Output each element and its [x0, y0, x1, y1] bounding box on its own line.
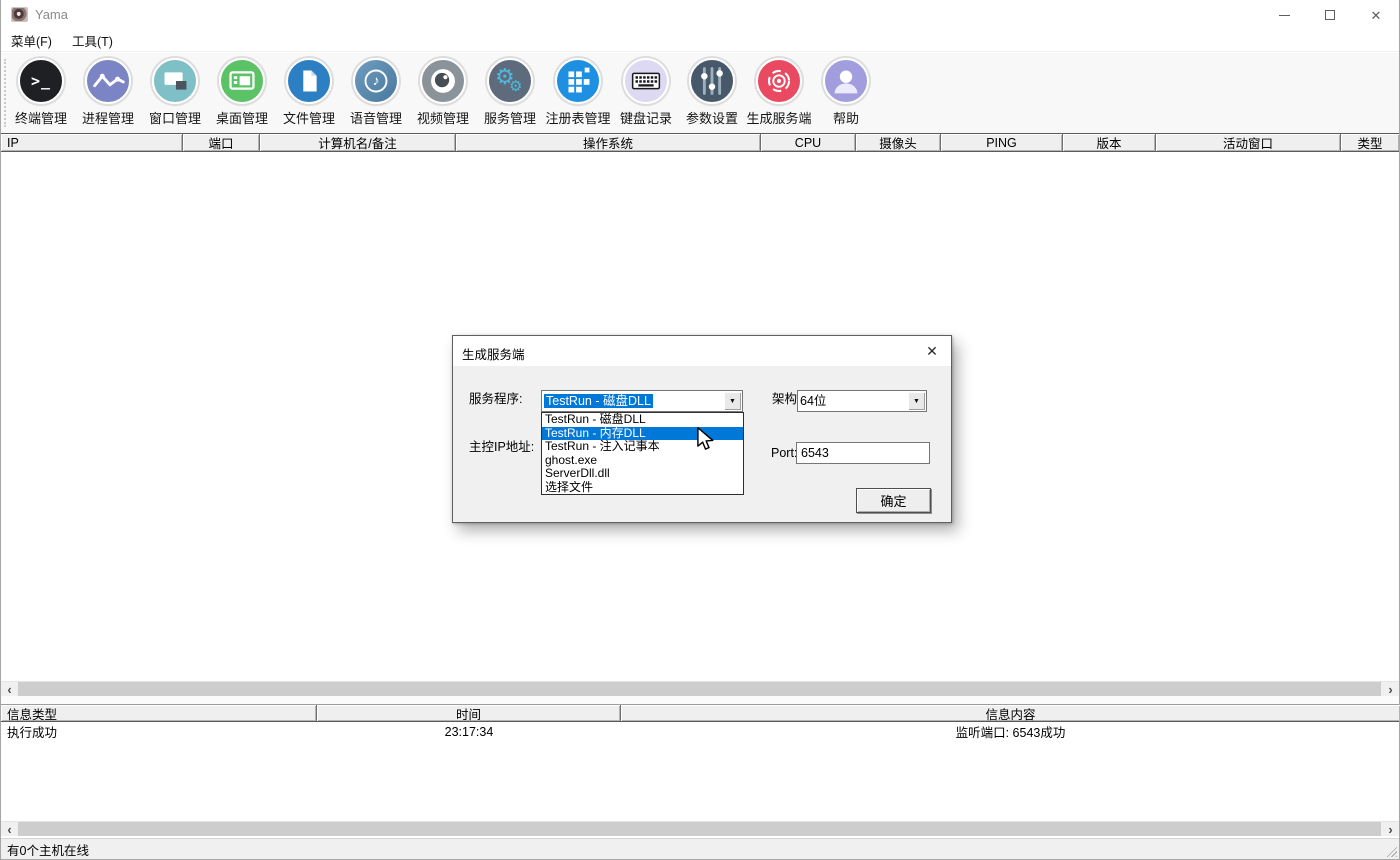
chevron-down-icon[interactable]: ▼: [724, 392, 741, 410]
menu-bar: 菜单(F) 工具(T): [1, 30, 1399, 52]
user-icon: [823, 58, 869, 104]
dialog-title: 生成服务端: [462, 344, 525, 363]
keyboard-icon: [623, 58, 669, 104]
scrollbar-thumb[interactable]: [18, 822, 1381, 836]
column-header-type[interactable]: 类型: [1341, 134, 1399, 151]
menu-item-tools[interactable]: 工具(T): [70, 29, 115, 52]
log-list-hscrollbar[interactable]: ‹ ›: [1, 821, 1399, 836]
host-table-header: IP 端口 计算机名/备注 操作系统 CPU 摄像头 PING 版本 活动窗口 …: [1, 133, 1399, 152]
log-row[interactable]: 执行成功 23:17:34 监听端口: 6543成功: [1, 723, 1399, 740]
minimize-icon: [1279, 15, 1290, 16]
online-hosts-status: 有0个主机在线: [7, 840, 89, 859]
toolbar-label: 帮助: [833, 108, 859, 127]
camera-eye-icon: [420, 58, 466, 104]
scrollbar-thumb[interactable]: [18, 682, 1381, 696]
column-header-version[interactable]: 版本: [1063, 134, 1156, 151]
toolbar-label: 键盘记录: [620, 108, 672, 127]
scroll-left-icon[interactable]: ‹: [1, 822, 18, 836]
column-header-msg-content[interactable]: 信息内容: [621, 705, 1400, 721]
close-button[interactable]: ✕: [1353, 0, 1399, 30]
toolbar-label: 视频管理: [417, 108, 469, 127]
host-list-hscrollbar[interactable]: ‹ ›: [1, 681, 1399, 696]
column-header-name[interactable]: 计算机名/备注: [260, 134, 456, 151]
log-cell-content: 监听端口: 6543成功: [621, 723, 1400, 740]
column-header-camera[interactable]: 摄像头: [856, 134, 941, 151]
desktop-icon: [219, 58, 265, 104]
column-header-cpu[interactable]: CPU: [761, 134, 856, 151]
close-icon: ✕: [1371, 9, 1382, 22]
dropdown-option[interactable]: 选择文件: [542, 481, 743, 495]
arch-value: 64位: [800, 394, 826, 408]
toolbar-label: 生成服务端: [746, 108, 811, 127]
port-label: Port:: [771, 442, 797, 464]
port-input[interactable]: [796, 442, 930, 464]
service-program-label: 服务程序:: [469, 388, 522, 410]
toolbar-label: 进程管理: [82, 108, 134, 127]
generate-server-dialog: 生成服务端 ✕ 服务程序: TestRun - 磁盘DLL ▼ 架构: 64位 …: [452, 335, 952, 523]
audio-icon: ♪: [353, 58, 399, 104]
title-bar: Yama ✕: [1, 0, 1399, 30]
toolbar-label: 语音管理: [350, 108, 402, 127]
toolbar-label: 文件管理: [283, 108, 335, 127]
arch-combobox[interactable]: 64位 ▼: [797, 390, 927, 412]
app-window: Yama ✕ 菜单(F) 工具(T) >_ 终端管理 进程管理 窗口管理: [0, 0, 1400, 860]
terminal-icon: >_: [18, 58, 64, 104]
app-icon: [11, 7, 28, 22]
terminal-glyph: >_: [31, 72, 51, 90]
window-title: Yama: [35, 7, 68, 22]
toolbar-label: 桌面管理: [216, 108, 268, 127]
target-icon: [756, 58, 802, 104]
column-header-msg-type[interactable]: 信息类型: [1, 705, 317, 721]
gear-small-glyph: ⚙: [509, 77, 522, 95]
scroll-left-icon[interactable]: ‹: [1, 682, 18, 696]
log-table-header: 信息类型 时间 信息内容: [1, 705, 1399, 722]
scroll-right-icon[interactable]: ›: [1382, 682, 1399, 696]
toolbar-label: 窗口管理: [149, 108, 201, 127]
panel-splitter[interactable]: [1, 696, 1399, 705]
toolbar-label: 终端管理: [15, 108, 67, 127]
column-header-os[interactable]: 操作系统: [456, 134, 761, 151]
toolbar: >_ 终端管理 进程管理 窗口管理 桌面管理 文件管理: [1, 53, 1399, 133]
resize-grip[interactable]: [1384, 844, 1397, 857]
mouse-cursor-icon: [696, 427, 715, 456]
toolbar-label: 服务管理: [484, 108, 536, 127]
maximize-icon: [1325, 10, 1335, 20]
column-header-port[interactable]: 端口: [183, 134, 260, 151]
scroll-right-icon[interactable]: ›: [1382, 822, 1399, 836]
file-icon: [286, 58, 332, 104]
master-ip-label: 主控IP地址:: [469, 436, 534, 458]
column-header-msg-time[interactable]: 时间: [317, 705, 621, 721]
sliders-icon: [689, 58, 735, 104]
column-header-ip[interactable]: IP: [1, 134, 183, 151]
toolbar-label: 参数设置: [686, 108, 738, 127]
toolbar-label: 注册表管理: [545, 108, 610, 127]
window-manager-icon: [152, 58, 198, 104]
ok-button[interactable]: 确定: [856, 488, 931, 513]
column-header-ping[interactable]: PING: [941, 134, 1063, 151]
service-program-value: TestRun - 磁盘DLL: [544, 394, 653, 408]
chevron-down-icon[interactable]: ▼: [908, 392, 925, 410]
music-note-glyph: ♪: [355, 60, 397, 100]
column-header-window[interactable]: 活动窗口: [1156, 134, 1341, 151]
log-cell-time: 23:17:34: [317, 723, 621, 740]
minimize-button[interactable]: [1261, 0, 1307, 30]
dropdown-option[interactable]: TestRun - 磁盘DLL: [542, 413, 743, 427]
status-bar: 有0个主机在线: [1, 838, 1399, 859]
dialog-title-bar: 生成服务端 ✕: [453, 336, 951, 366]
menu-item-main[interactable]: 菜单(F): [9, 29, 54, 52]
toolbar-button-help[interactable]: 帮助: [806, 58, 886, 127]
close-icon: ✕: [926, 343, 938, 360]
gears-icon: ⚙ ⚙: [487, 58, 533, 104]
registry-grid-icon: [555, 58, 601, 104]
dialog-close-button[interactable]: ✕: [921, 341, 943, 361]
log-list-area[interactable]: [1, 740, 1399, 821]
log-cell-type: 执行成功: [1, 723, 317, 740]
maximize-button[interactable]: [1307, 0, 1353, 30]
dropdown-option[interactable]: ServerDll.dll: [542, 467, 743, 481]
process-activity-icon: [85, 58, 131, 104]
service-program-combobox[interactable]: TestRun - 磁盘DLL ▼: [541, 390, 743, 412]
